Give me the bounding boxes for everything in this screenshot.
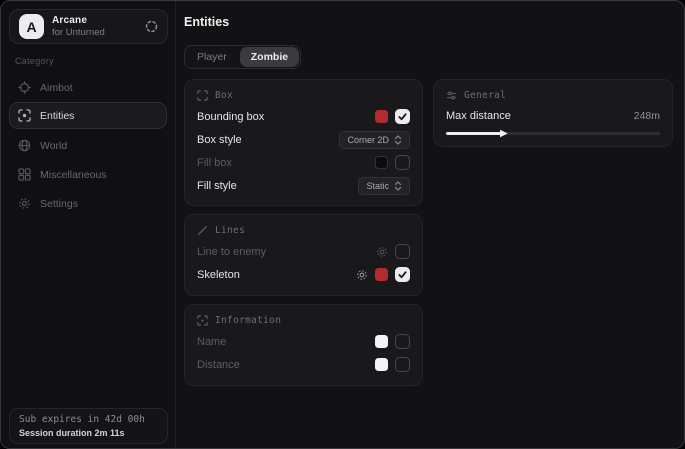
setting-row-fill-box: Fill box (197, 151, 410, 174)
checkbox-unchecked[interactable] (395, 155, 410, 170)
sidebar-item-label: Aimbot (40, 82, 73, 94)
color-swatch[interactable] (375, 268, 388, 281)
sidebar-nav: Aimbot Entities World Miscellaneous (1, 73, 175, 218)
category-label: Category (15, 56, 54, 66)
checkbox-checked[interactable] (395, 109, 410, 124)
card-title: Lines (215, 225, 245, 236)
sidebar: A Arcane for Unturned Category Aimbot (1, 1, 176, 448)
checkbox-unchecked[interactable] (395, 334, 410, 349)
settings-column-right: General Max distance 248m (433, 79, 673, 155)
information-card-header: Information (197, 315, 410, 326)
setting-label: Line to enemy (197, 246, 266, 258)
setting-label: Fill box (197, 157, 232, 169)
gear-icon[interactable] (376, 246, 388, 258)
app-logo: A (19, 14, 44, 39)
crosshair-icon (18, 81, 31, 94)
dropdown-value: Corner 2D (347, 135, 389, 145)
box-style-dropdown[interactable]: Corner 2D (339, 131, 410, 149)
sidebar-item-entities[interactable]: Entities (9, 102, 167, 129)
setting-label: Name (197, 336, 226, 348)
setting-label: Max distance (446, 110, 511, 122)
color-swatch[interactable] (375, 358, 388, 371)
sub-expires-text: Sub expires in 42d 00h (19, 414, 158, 425)
gear-icon (18, 197, 31, 210)
setting-label: Distance (197, 359, 240, 371)
page-title: Entities (184, 15, 229, 29)
sidebar-item-label: Miscellaneous (40, 169, 107, 181)
lines-card: Lines Line to enemy Skeleton (184, 214, 423, 296)
setting-row-box-style: Box style Corner 2D (197, 128, 410, 151)
scan-box-icon (197, 90, 208, 101)
color-swatch[interactable] (375, 156, 388, 169)
diagonal-line-icon (197, 225, 208, 236)
sidebar-item-label: Entities (40, 110, 74, 122)
box-card: Box Bounding box Box style Cor (184, 79, 423, 206)
color-swatch[interactable] (375, 335, 388, 348)
scan-info-icon (197, 315, 208, 326)
chevrons-up-down-icon (394, 181, 402, 191)
max-distance-value: 248m (634, 110, 660, 122)
checkbox-checked[interactable] (395, 267, 410, 282)
setting-row-fill-style: Fill style Static (197, 174, 410, 197)
setting-row-name: Name (197, 330, 410, 353)
lines-card-header: Lines (197, 225, 410, 236)
session-duration-text: Session duration 2m 11s (19, 428, 158, 438)
setting-row-bounding-box: Bounding box (197, 105, 410, 128)
app-name: Arcane (52, 15, 145, 26)
scan-entity-icon (18, 109, 31, 122)
brand-card: A Arcane for Unturned (9, 9, 168, 44)
dropdown-value: Static (366, 181, 389, 191)
setting-label: Fill style (197, 180, 237, 192)
tab-zombie[interactable]: Zombie (240, 47, 299, 67)
setting-row-line-to-enemy: Line to enemy (197, 240, 410, 263)
slider-thumb[interactable] (500, 130, 508, 138)
sidebar-item-settings[interactable]: Settings (9, 189, 167, 218)
app-window: A Arcane for Unturned Category Aimbot (0, 0, 685, 449)
setting-row-skeleton: Skeleton (197, 263, 410, 286)
tab-player[interactable]: Player (186, 47, 238, 67)
sidebar-item-world[interactable]: World (9, 131, 167, 160)
sidebar-item-label: Settings (40, 198, 78, 210)
entity-tabs: Player Zombie (184, 45, 301, 69)
color-swatch[interactable] (375, 110, 388, 123)
box-card-header: Box (197, 90, 410, 101)
general-card: General Max distance 248m (433, 79, 673, 147)
setting-label: Box style (197, 134, 242, 146)
general-card-header: General (446, 90, 660, 101)
loader-icon[interactable] (145, 20, 158, 33)
card-title: Box (215, 90, 233, 101)
brand-text: Arcane for Unturned (52, 15, 145, 38)
checkbox-unchecked[interactable] (395, 244, 410, 259)
card-title: General (464, 90, 506, 101)
sidebar-item-aimbot[interactable]: Aimbot (9, 73, 167, 102)
sidebar-item-miscellaneous[interactable]: Miscellaneous (9, 160, 167, 189)
settings-column-left: Box Bounding box Box style Cor (184, 79, 423, 394)
setting-row-distance: Distance (197, 353, 410, 376)
max-distance-slider[interactable] (446, 129, 660, 138)
grid-icon (18, 168, 31, 181)
sidebar-item-label: World (40, 140, 67, 152)
gear-icon[interactable] (356, 269, 368, 281)
setting-label: Bounding box (197, 111, 264, 123)
setting-label: Skeleton (197, 269, 240, 281)
max-distance-fill (446, 132, 502, 135)
setting-row-max-distance: Max distance 248m (446, 105, 660, 127)
subscription-card: Sub expires in 42d 00h Session duration … (9, 408, 168, 444)
app-subtitle: for Unturned (52, 27, 145, 38)
card-title: Information (215, 315, 281, 326)
globe-icon (18, 139, 31, 152)
main-content: Entities Player Zombie Box Bounding box (177, 1, 685, 448)
checkbox-unchecked[interactable] (395, 357, 410, 372)
information-card: Information Name Distance (184, 304, 423, 386)
chevrons-up-down-icon (394, 135, 402, 145)
sliders-icon (446, 90, 457, 101)
fill-style-dropdown[interactable]: Static (358, 177, 410, 195)
